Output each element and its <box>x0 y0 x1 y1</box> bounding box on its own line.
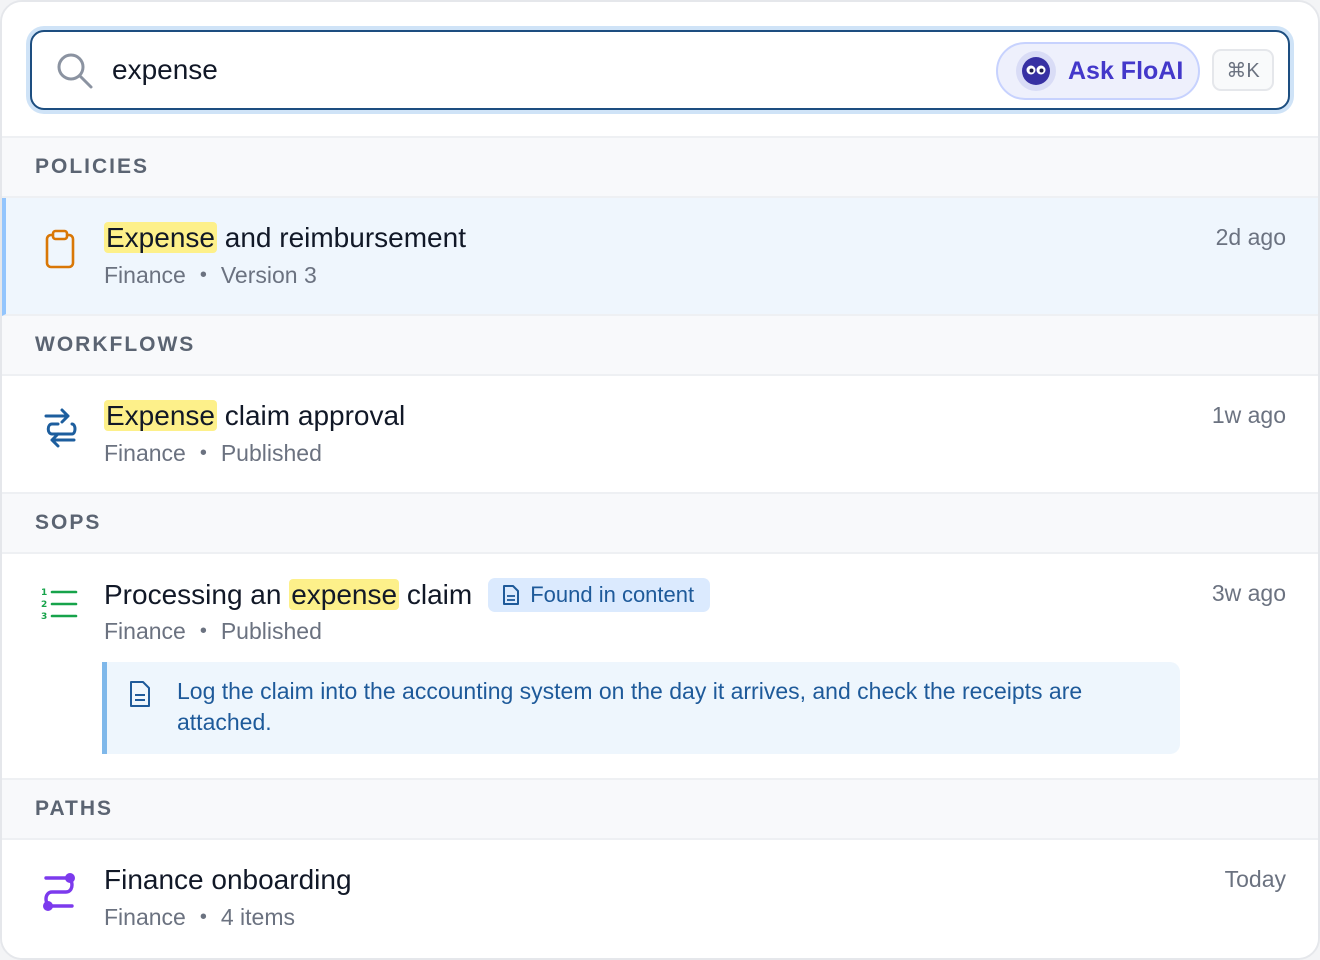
match-highlight: Expense <box>104 400 217 431</box>
badge-label: Found in content <box>530 582 695 607</box>
search-box[interactable]: Ask FloAI ⌘K <box>30 30 1290 110</box>
result-timestamp: 3w ago <box>1211 580 1286 606</box>
result-category: Finance <box>104 618 186 644</box>
result-item[interactable]: Expense and reimbursement Finance • Vers… <box>2 198 1318 316</box>
path-icon <box>43 873 75 911</box>
result-timestamp: Today <box>1224 866 1286 892</box>
result-category: Finance <box>104 262 186 288</box>
numbered-list-icon: 1 2 3 <box>41 588 78 622</box>
match-highlight: Expense <box>104 222 217 253</box>
search-bar-area: Ask FloAI ⌘K <box>2 2 1318 138</box>
result-meta: Finance • Version 3 <box>104 262 317 288</box>
result-timestamp: 1w ago <box>1211 402 1286 428</box>
result-version: Version 3 <box>220 262 317 288</box>
section-header-workflows: WORKFLOWS <box>2 316 1318 376</box>
result-title-text: claim approval <box>216 400 406 431</box>
workflow-icon <box>44 408 77 448</box>
result-title: Finance onboarding <box>104 864 352 896</box>
result-status: Published <box>220 618 322 644</box>
result-title-text: and reimbursement <box>216 222 466 253</box>
result-meta: Finance • 4 items <box>104 904 295 930</box>
search-icon <box>57 53 93 89</box>
svg-text:3: 3 <box>41 612 47 622</box>
result-title: Processing an expense claim Found in con… <box>104 578 711 612</box>
result-meta: Finance • Published <box>104 618 322 644</box>
section-header-paths: PATHS <box>2 780 1318 840</box>
result-title-prefix: Processing an <box>104 579 290 610</box>
document-icon <box>503 585 520 605</box>
result-item-count: 4 items <box>220 904 295 930</box>
result-title-text: claim <box>399 579 473 610</box>
result-status: Published <box>220 440 322 466</box>
result-item[interactable]: Finance onboarding Finance • 4 items Tod… <box>2 840 1318 958</box>
content-snippet: Log the claim into the accounting system… <box>102 662 1180 754</box>
found-in-content-badge: Found in content <box>488 578 711 612</box>
result-title: Expense and reimbursement <box>104 222 466 254</box>
result-category: Finance <box>104 904 186 930</box>
result-timestamp: 2d ago <box>1215 224 1286 250</box>
result-meta: Finance • Published <box>104 440 322 466</box>
result-title: Expense claim approval <box>104 400 405 432</box>
snippet-text: Log the claim into the accounting system… <box>177 678 1083 735</box>
keyboard-shortcut-badge: ⌘K <box>1212 49 1274 91</box>
match-highlight: expense <box>289 579 400 610</box>
search-panel: Ask FloAI ⌘K POLICIES Expense and reimbu… <box>0 0 1320 960</box>
result-item[interactable]: 1 2 3 Processing an expense claim Found … <box>2 554 1318 780</box>
result-category: Finance <box>104 440 186 466</box>
search-input[interactable] <box>112 48 972 92</box>
clipboard-icon <box>45 229 75 269</box>
floai-avatar-icon <box>1016 51 1056 91</box>
result-title-text: Finance onboarding <box>104 864 352 895</box>
svg-text:1: 1 <box>41 588 47 598</box>
svg-text:2: 2 <box>41 600 47 610</box>
ask-floai-label: Ask FloAI <box>1068 56 1184 85</box>
section-header-sops: SOPS <box>2 494 1318 554</box>
result-item[interactable]: Expense claim approval Finance • Publish… <box>2 376 1318 494</box>
document-icon <box>130 681 150 707</box>
section-header-policies: POLICIES <box>2 138 1318 198</box>
ask-floai-button[interactable]: Ask FloAI <box>996 42 1200 100</box>
